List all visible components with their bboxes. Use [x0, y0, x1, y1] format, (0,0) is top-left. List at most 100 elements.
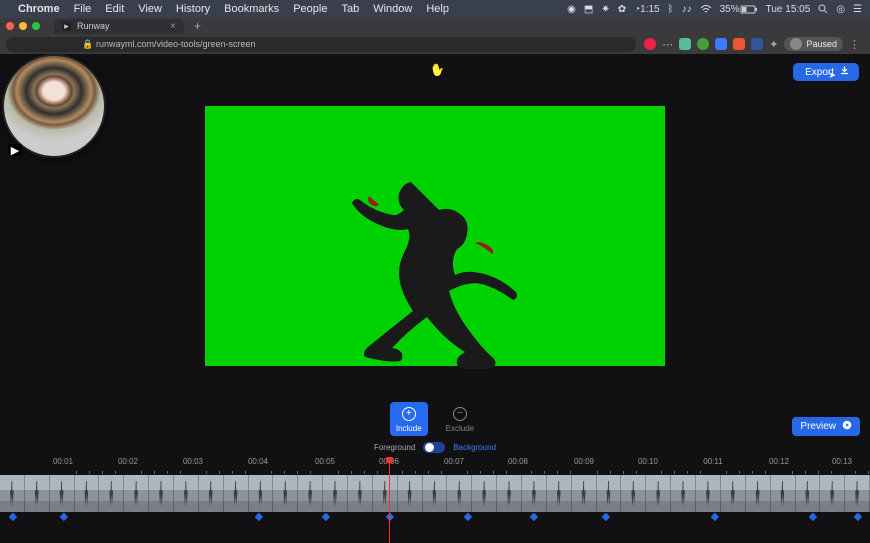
ext-icon-6[interactable]	[751, 38, 763, 50]
keyframe-marker[interactable]	[322, 513, 330, 521]
timeline-thumbnail[interactable]	[671, 475, 696, 512]
tray-clock-icon[interactable]: ◔ 1:15	[634, 4, 660, 15]
timeline-thumbnail[interactable]	[796, 475, 821, 512]
new-tab-button[interactable]: +	[188, 19, 207, 33]
fg-bg-switch[interactable]	[423, 442, 445, 453]
bluetooth-icon[interactable]: ᛒ	[668, 4, 674, 15]
keyframe-marker[interactable]	[711, 513, 719, 521]
menubar-datetime[interactable]: Tue 15:05	[766, 4, 811, 15]
preview-button[interactable]: Preview	[792, 417, 860, 436]
ext-icon-5[interactable]	[733, 38, 745, 50]
timeline-thumbnail[interactable]	[497, 475, 522, 512]
ext-icon-2[interactable]	[679, 38, 691, 50]
tray-icon-1[interactable]: ⬒	[584, 4, 593, 15]
timeline-thumbnail[interactable]	[398, 475, 423, 512]
menu-history[interactable]: History	[176, 3, 210, 15]
timeline-thumbnail[interactable]	[547, 475, 572, 512]
keyframe-marker[interactable]	[255, 513, 263, 521]
extensions-puzzle-icon[interactable]: ✦	[769, 38, 778, 51]
menu-view[interactable]: View	[138, 3, 162, 15]
exclude-label: Exclude	[446, 424, 474, 433]
timeline-thumbnail[interactable]	[323, 475, 348, 512]
ext-icon-3[interactable]	[697, 38, 709, 50]
keyframe-marker[interactable]	[464, 513, 472, 521]
timeline-thumbnail[interactable]	[820, 475, 845, 512]
battery-icon[interactable]: 35%	[720, 4, 758, 15]
playhead[interactable]	[389, 457, 390, 543]
exclude-tool-button[interactable]: − Exclude	[440, 402, 480, 436]
timeline-thumbnail[interactable]	[522, 475, 547, 512]
timeline-thumbnail[interactable]	[0, 475, 25, 512]
timeline-thumbnail[interactable]	[845, 475, 870, 512]
sound-icon[interactable]: ♪♪	[682, 4, 692, 15]
keyframe-marker[interactable]	[854, 513, 862, 521]
keyframe-marker[interactable]	[602, 513, 610, 521]
timeline-thumbnail[interactable]	[99, 475, 124, 512]
menu-tab[interactable]: Tab	[341, 3, 359, 15]
menu-file[interactable]: File	[74, 3, 92, 15]
keyframe-marker[interactable]	[809, 513, 817, 521]
timeline-thumbnail[interactable]	[696, 475, 721, 512]
keyframe-marker[interactable]	[9, 513, 17, 521]
ext-more-icon[interactable]: ⋯	[662, 38, 673, 51]
wifi-icon[interactable]	[700, 5, 712, 14]
timeline-thumbnail[interactable]	[572, 475, 597, 512]
menu-people[interactable]: People	[293, 3, 327, 15]
tab-close-icon[interactable]: ×	[170, 21, 176, 32]
timeline-thumbnail[interactable]	[646, 475, 671, 512]
include-tool-button[interactable]: + Include	[390, 402, 428, 436]
timeline-thumbnail[interactable]	[224, 475, 249, 512]
tray-icon-2[interactable]: ✷	[601, 4, 609, 15]
timeline-thumbnail[interactable]	[174, 475, 199, 512]
timeline-thumbnail[interactable]	[199, 475, 224, 512]
keyframe-marker[interactable]	[60, 513, 68, 521]
tab-title: Runway	[77, 21, 110, 31]
timeline-thumbnail[interactable]	[348, 475, 373, 512]
timeline-thumbnail[interactable]	[273, 475, 298, 512]
siri-icon[interactable]: ◎	[836, 4, 845, 15]
control-center-icon[interactable]: ☰	[853, 4, 862, 15]
tray-icon-3[interactable]: ✿	[618, 4, 626, 15]
timeline-thumbnail[interactable]	[124, 475, 149, 512]
menu-window[interactable]: Window	[373, 3, 412, 15]
timeline-thumbnail[interactable]	[746, 475, 771, 512]
timeline-thumbnail[interactable]	[25, 475, 50, 512]
app-menu: Chrome File Edit View History Bookmarks …	[18, 3, 449, 15]
timeline-thumbnail[interactable]	[50, 475, 75, 512]
screenrec-icon[interactable]: ◉	[567, 4, 576, 15]
timeline-thumbnail[interactable]	[75, 475, 100, 512]
time-ruler[interactable]: 00:0100:0200:0300:0400:0500:0600:0700:08…	[0, 457, 870, 475]
spotlight-icon[interactable]	[818, 4, 828, 14]
profile-chip[interactable]: Paused	[784, 37, 843, 51]
window-minimize-button[interactable]	[19, 22, 27, 30]
ext-icon-4[interactable]	[715, 38, 727, 50]
timeline-thumbnail[interactable]	[447, 475, 472, 512]
timeline-thumbnail[interactable]	[621, 475, 646, 512]
address-bar[interactable]: 🔒 runwayml.com/video-tools/green-screen	[6, 37, 636, 52]
export-button[interactable]: Export	[793, 63, 859, 81]
keyframe-marker[interactable]	[530, 513, 538, 521]
ext-icon-1[interactable]	[644, 38, 656, 50]
thumbnail-track[interactable]	[0, 475, 870, 512]
timeline-thumbnail[interactable]	[423, 475, 448, 512]
video-canvas[interactable]	[205, 106, 665, 366]
timeline-thumbnail[interactable]	[771, 475, 796, 512]
menu-edit[interactable]: Edit	[105, 3, 124, 15]
window-zoom-button[interactable]	[32, 22, 40, 30]
timeline-thumbnail[interactable]	[149, 475, 174, 512]
menu-app-name[interactable]: Chrome	[18, 3, 60, 15]
menu-bookmarks[interactable]: Bookmarks	[224, 3, 279, 15]
timeline-thumbnail[interactable]	[298, 475, 323, 512]
timeline-thumbnail[interactable]	[721, 475, 746, 512]
browser-menu-icon[interactable]: ⋮	[849, 38, 860, 51]
timeline-thumbnail[interactable]	[373, 475, 398, 512]
plus-circle-icon: +	[402, 407, 416, 421]
menu-help[interactable]: Help	[426, 3, 449, 15]
timeline-thumbnail[interactable]	[472, 475, 497, 512]
browser-tab[interactable]: ▸ Runway ×	[54, 19, 184, 34]
timeline-thumbnail[interactable]	[249, 475, 274, 512]
window-close-button[interactable]	[6, 22, 14, 30]
keyframe-track[interactable]	[0, 512, 870, 526]
time-label: 00:03	[183, 457, 203, 466]
timeline-thumbnail[interactable]	[597, 475, 622, 512]
